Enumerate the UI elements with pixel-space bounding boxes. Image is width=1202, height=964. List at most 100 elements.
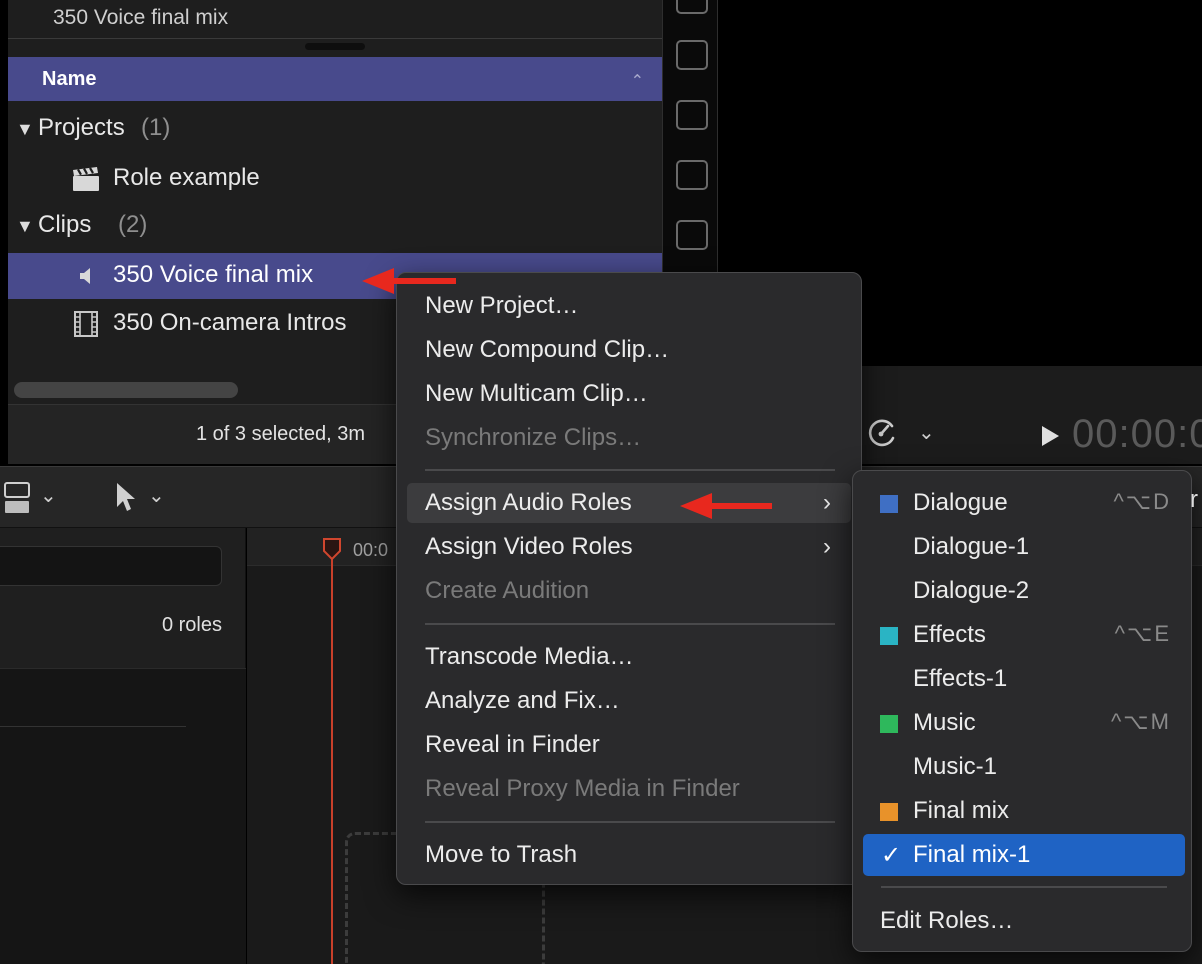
menu-item-label: Analyze and Fix… — [425, 687, 620, 714]
checkbox-square[interactable] — [676, 40, 708, 70]
role-color-swatch — [880, 715, 898, 733]
context-menu: New Project… New Compound Clip… New Mult… — [396, 272, 862, 885]
menu-item-assign-video-roles[interactable]: Assign Video Roles › — [407, 527, 851, 567]
role-item-effects[interactable]: Effects ^⌥E — [863, 614, 1185, 656]
role-label: Dialogue — [913, 489, 1008, 516]
role-item-dialogue[interactable]: Dialogue ^⌥D — [863, 482, 1185, 524]
role-label: Effects-1 — [913, 665, 1008, 692]
menu-item-analyze-and-fix[interactable]: Analyze and Fix… — [407, 681, 851, 721]
role-item-final-mix-1[interactable]: ✓ Final mix-1 — [863, 834, 1185, 876]
role-label: Effects — [913, 621, 986, 648]
role-label: Edit Roles… — [880, 907, 1014, 934]
filmstrip-column — [662, 0, 718, 272]
roles-count: 0 roles — [161, 614, 222, 636]
role-item-dialogue-2[interactable]: Dialogue-2 — [863, 570, 1185, 612]
film-strip-icon — [74, 311, 98, 337]
play-icon[interactable] — [1040, 425, 1060, 447]
select-tool-arrow-icon[interactable] — [114, 481, 138, 513]
menu-separator — [425, 821, 835, 823]
role-label: Dialogue-1 — [913, 533, 1030, 560]
menu-item-label: Move to Trash — [425, 841, 578, 868]
name-column-label: Name — [42, 68, 97, 90]
disclosure-triangle-icon[interactable]: ▼ — [16, 119, 34, 140]
menu-item-transcode-media[interactable]: Transcode Media… — [407, 637, 851, 677]
keyboard-shortcut: ^⌥D — [1113, 489, 1171, 514]
role-item-music[interactable]: Music ^⌥M — [863, 702, 1185, 744]
divider — [8, 38, 662, 39]
clip-appearance-icon[interactable] — [4, 481, 34, 515]
annotation-arrow-icon — [680, 493, 772, 519]
resize-handle[interactable] — [305, 43, 365, 50]
group-clips[interactable]: ▼ Clips (2) — [8, 204, 662, 250]
role-color-swatch — [880, 495, 898, 513]
checkbox-square[interactable] — [676, 100, 708, 130]
selection-status: 1 of 3 selected, 3m — [196, 423, 365, 445]
chevron-down-icon[interactable]: ⌄ — [148, 483, 165, 508]
menu-item-move-to-trash[interactable]: Move to Trash — [407, 835, 851, 875]
chevron-down-icon[interactable]: ⌄ — [918, 420, 935, 445]
horizontal-scrollbar[interactable] — [14, 382, 238, 398]
menu-item-edit-roles[interactable]: Edit Roles… — [863, 900, 1185, 942]
role-label: Dialogue-2 — [913, 577, 1030, 604]
keyboard-shortcut: ^⌥E — [1114, 621, 1171, 646]
menu-item-label: Assign Video Roles — [425, 533, 633, 560]
menu-item-label: Synchronize Clips… — [425, 424, 642, 451]
menu-item-label: Transcode Media… — [425, 643, 634, 670]
checkmark-icon: ✓ — [881, 842, 902, 869]
browser-item-label: Role example — [113, 164, 260, 191]
menu-separator — [881, 886, 1167, 888]
menu-item-assign-audio-roles[interactable]: Assign Audio Roles › — [407, 483, 851, 523]
menu-item-reveal-in-finder[interactable]: Reveal in Finder — [407, 725, 851, 765]
checkbox-square[interactable] — [676, 160, 708, 190]
role-label: Music — [913, 709, 976, 736]
playhead-handle-icon[interactable] — [323, 538, 341, 560]
role-item-music-1[interactable]: Music-1 — [863, 746, 1185, 788]
role-item-dialogue-1[interactable]: Dialogue-1 — [863, 526, 1185, 568]
menu-item-label: New Multicam Clip… — [425, 380, 648, 407]
chevron-right-icon: › — [823, 489, 831, 516]
timecode-display: 00:00:0 — [1072, 412, 1202, 456]
audio-roles-submenu: Dialogue ^⌥D Dialogue-1 Dialogue-2 Effec… — [852, 470, 1192, 952]
browser-item-role-example[interactable]: Role example — [8, 156, 662, 202]
group-label: Projects — [38, 114, 125, 141]
menu-separator — [425, 623, 835, 625]
menu-item-label: Reveal Proxy Media in Finder — [425, 775, 740, 802]
sort-ascending-icon[interactable]: ⌃ — [631, 71, 644, 91]
role-color-swatch — [880, 803, 898, 821]
role-label: Music-1 — [913, 753, 998, 780]
browser-item-label: 350 Voice final mix — [113, 261, 314, 288]
playhead[interactable] — [331, 544, 333, 964]
clipped-edge-glyph: r — [1190, 486, 1198, 513]
menu-item-new-multicam-clip[interactable]: New Multicam Clip… — [407, 374, 851, 414]
group-count: (2) — [118, 211, 148, 238]
index-search-field[interactable] — [0, 546, 222, 586]
speedometer-icon[interactable] — [866, 416, 898, 448]
browser-item-label: 350 On-camera Intros — [113, 309, 347, 336]
menu-item-create-audition: Create Audition — [407, 571, 851, 611]
role-label: Final mix — [913, 797, 1010, 824]
role-item-effects-1[interactable]: Effects-1 — [863, 658, 1185, 700]
menu-item-new-compound-clip[interactable]: New Compound Clip… — [407, 330, 851, 370]
chevron-down-icon[interactable]: ⌄ — [40, 483, 57, 508]
menu-item-label: New Compound Clip… — [425, 336, 670, 363]
group-label: Clips — [38, 211, 92, 238]
role-item-final-mix[interactable]: Final mix — [863, 790, 1185, 832]
checkbox-square[interactable] — [676, 220, 708, 250]
menu-item-label: Reveal in Finder — [425, 731, 600, 758]
speaker-icon — [80, 268, 90, 284]
clapperboard-icon — [73, 167, 99, 191]
chevron-right-icon: › — [823, 533, 831, 560]
menu-separator — [425, 469, 835, 471]
checkbox-square[interactable] — [676, 0, 708, 14]
menu-item-new-project[interactable]: New Project… — [407, 286, 851, 326]
name-column-header[interactable]: Name ⌃ — [8, 57, 662, 101]
menu-item-label: Create Audition — [425, 577, 590, 604]
group-projects[interactable]: ▼ Projects (1) — [8, 107, 662, 153]
group-count: (1) — [141, 114, 171, 141]
top-clip-name: 350 Voice final mix — [53, 6, 229, 29]
index-list-area — [0, 668, 246, 964]
disclosure-triangle-icon[interactable]: ▼ — [16, 216, 34, 237]
keyboard-shortcut: ^⌥M — [1110, 709, 1171, 734]
menu-item-synchronize-clips: Synchronize Clips… — [407, 418, 851, 458]
menu-item-reveal-proxy-media: Reveal Proxy Media in Finder — [407, 769, 851, 809]
